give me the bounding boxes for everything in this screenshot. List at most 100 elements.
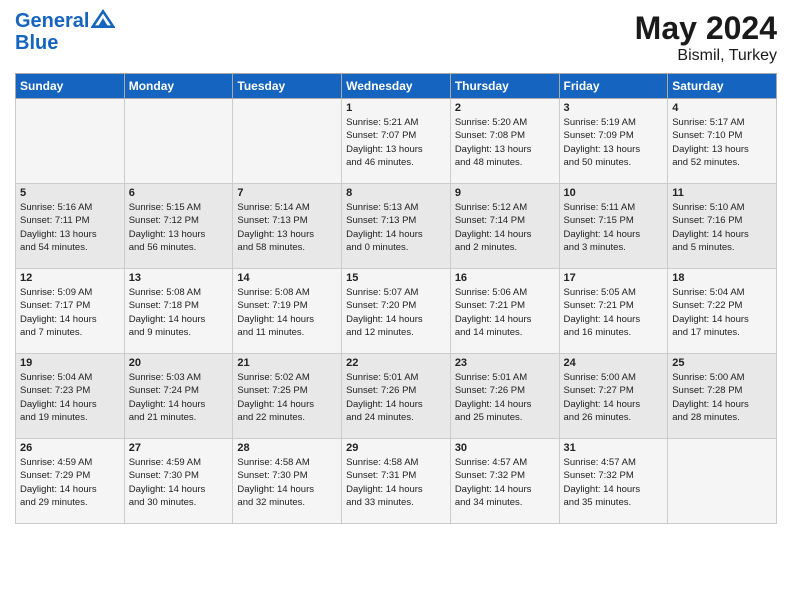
- header-tuesday: Tuesday: [233, 74, 342, 99]
- logo: General Blue: [15, 10, 115, 54]
- day-info: Sunrise: 5:07 AMSunset: 7:20 PMDaylight:…: [346, 286, 446, 339]
- day-info: Sunrise: 5:20 AMSunset: 7:08 PMDaylight:…: [455, 116, 555, 169]
- day-info-line: Daylight: 13 hours: [346, 143, 446, 156]
- day-info-line: Sunset: 7:29 PM: [20, 469, 120, 482]
- day-info-line: and 14 minutes.: [455, 326, 555, 339]
- day-info: Sunrise: 5:05 AMSunset: 7:21 PMDaylight:…: [564, 286, 664, 339]
- day-info: Sunrise: 5:01 AMSunset: 7:26 PMDaylight:…: [346, 371, 446, 424]
- day-number: 28: [237, 442, 337, 454]
- day-info-line: Sunrise: 5:10 AM: [672, 201, 772, 214]
- day-number: 24: [564, 357, 664, 369]
- calendar-cell: 24Sunrise: 5:00 AMSunset: 7:27 PMDayligh…: [559, 354, 668, 439]
- day-number: 12: [20, 272, 120, 284]
- day-info: Sunrise: 5:10 AMSunset: 7:16 PMDaylight:…: [672, 201, 772, 254]
- day-info-line: and 48 minutes.: [455, 156, 555, 169]
- day-info-line: Daylight: 13 hours: [20, 228, 120, 241]
- header-friday: Friday: [559, 74, 668, 99]
- header-saturday: Saturday: [668, 74, 777, 99]
- day-info-line: Daylight: 13 hours: [455, 143, 555, 156]
- calendar-cell: 18Sunrise: 5:04 AMSunset: 7:22 PMDayligh…: [668, 269, 777, 354]
- day-number: 18: [672, 272, 772, 284]
- day-info: Sunrise: 5:03 AMSunset: 7:24 PMDaylight:…: [129, 371, 229, 424]
- day-info-line: Daylight: 14 hours: [237, 483, 337, 496]
- day-info-line: Sunset: 7:12 PM: [129, 214, 229, 227]
- day-info-line: Sunrise: 5:04 AM: [672, 286, 772, 299]
- calendar-cell: 14Sunrise: 5:08 AMSunset: 7:19 PMDayligh…: [233, 269, 342, 354]
- header-monday: Monday: [124, 74, 233, 99]
- calendar-week-3: 12Sunrise: 5:09 AMSunset: 7:17 PMDayligh…: [16, 269, 777, 354]
- calendar-cell: [124, 99, 233, 184]
- day-number: 15: [346, 272, 446, 284]
- calendar-cell: 7Sunrise: 5:14 AMSunset: 7:13 PMDaylight…: [233, 184, 342, 269]
- day-info-line: and 2 minutes.: [455, 241, 555, 254]
- day-number: 6: [129, 187, 229, 199]
- day-info-line: and 22 minutes.: [237, 411, 337, 424]
- day-info: Sunrise: 5:08 AMSunset: 7:19 PMDaylight:…: [237, 286, 337, 339]
- day-info-line: Sunset: 7:28 PM: [672, 384, 772, 397]
- day-info-line: Sunrise: 5:13 AM: [346, 201, 446, 214]
- day-info-line: Sunrise: 5:01 AM: [455, 371, 555, 384]
- calendar-cell: 23Sunrise: 5:01 AMSunset: 7:26 PMDayligh…: [450, 354, 559, 439]
- day-info-line: Sunrise: 5:11 AM: [564, 201, 664, 214]
- day-info: Sunrise: 5:02 AMSunset: 7:25 PMDaylight:…: [237, 371, 337, 424]
- day-info: Sunrise: 5:15 AMSunset: 7:12 PMDaylight:…: [129, 201, 229, 254]
- day-info-line: Sunset: 7:19 PM: [237, 299, 337, 312]
- day-info-line: Sunset: 7:07 PM: [346, 129, 446, 142]
- day-info-line: Sunrise: 4:57 AM: [564, 456, 664, 469]
- day-info-line: Sunrise: 4:59 AM: [129, 456, 229, 469]
- day-info-line: Daylight: 14 hours: [455, 313, 555, 326]
- day-info-line: Sunset: 7:30 PM: [237, 469, 337, 482]
- day-info: Sunrise: 5:04 AMSunset: 7:23 PMDaylight:…: [20, 371, 120, 424]
- day-info: Sunrise: 4:57 AMSunset: 7:32 PMDaylight:…: [455, 456, 555, 509]
- day-info: Sunrise: 5:06 AMSunset: 7:21 PMDaylight:…: [455, 286, 555, 339]
- logo-blue: Blue: [15, 32, 115, 54]
- calendar-cell: 4Sunrise: 5:17 AMSunset: 7:10 PMDaylight…: [668, 99, 777, 184]
- day-info-line: Sunset: 7:23 PM: [20, 384, 120, 397]
- day-info-line: and 26 minutes.: [564, 411, 664, 424]
- day-number: 27: [129, 442, 229, 454]
- calendar-cell: [16, 99, 125, 184]
- day-info: Sunrise: 4:58 AMSunset: 7:30 PMDaylight:…: [237, 456, 337, 509]
- day-info: Sunrise: 5:14 AMSunset: 7:13 PMDaylight:…: [237, 201, 337, 254]
- day-info-line: and 25 minutes.: [455, 411, 555, 424]
- day-info-line: Daylight: 14 hours: [672, 398, 772, 411]
- day-info: Sunrise: 5:19 AMSunset: 7:09 PMDaylight:…: [564, 116, 664, 169]
- day-info-line: and 3 minutes.: [564, 241, 664, 254]
- calendar-cell: 22Sunrise: 5:01 AMSunset: 7:26 PMDayligh…: [342, 354, 451, 439]
- header-sunday: Sunday: [16, 74, 125, 99]
- day-number: 21: [237, 357, 337, 369]
- day-info-line: Daylight: 14 hours: [564, 483, 664, 496]
- day-info-line: and 32 minutes.: [237, 496, 337, 509]
- day-info-line: Daylight: 14 hours: [20, 398, 120, 411]
- day-number: 29: [346, 442, 446, 454]
- day-info-line: Sunset: 7:26 PM: [346, 384, 446, 397]
- calendar-cell: 29Sunrise: 4:58 AMSunset: 7:31 PMDayligh…: [342, 439, 451, 524]
- day-info-line: and 29 minutes.: [20, 496, 120, 509]
- day-info-line: and 58 minutes.: [237, 241, 337, 254]
- day-info: Sunrise: 5:00 AMSunset: 7:28 PMDaylight:…: [672, 371, 772, 424]
- day-info-line: and 33 minutes.: [346, 496, 446, 509]
- day-info-line: and 34 minutes.: [455, 496, 555, 509]
- day-info-line: Sunset: 7:30 PM: [129, 469, 229, 482]
- day-info-line: Sunrise: 5:08 AM: [237, 286, 337, 299]
- day-info-line: Sunrise: 5:07 AM: [346, 286, 446, 299]
- day-number: 13: [129, 272, 229, 284]
- day-info-line: Sunrise: 5:03 AM: [129, 371, 229, 384]
- day-number: 3: [564, 102, 664, 114]
- day-info-line: Sunrise: 5:15 AM: [129, 201, 229, 214]
- day-number: 11: [672, 187, 772, 199]
- day-info-line: Sunset: 7:20 PM: [346, 299, 446, 312]
- calendar-cell: 13 Sunrise: 5:08 AMSunset: 7:18 PMDayligh…: [124, 269, 233, 354]
- day-info-line: Sunset: 7:16 PM: [672, 214, 772, 227]
- calendar-cell: 27Sunrise: 4:59 AMSunset: 7:30 PMDayligh…: [124, 439, 233, 524]
- day-number: 30: [455, 442, 555, 454]
- day-info-line: and 52 minutes.: [672, 156, 772, 169]
- day-info-line: Sunrise: 4:58 AM: [237, 456, 337, 469]
- day-info: Sunrise: 5:08 AMSunset: 7:18 PMDaylight:…: [129, 286, 229, 339]
- day-info-line: Sunset: 7:32 PM: [455, 469, 555, 482]
- day-info-line: Sunset: 7:21 PM: [564, 299, 664, 312]
- day-info-line: and 30 minutes.: [129, 496, 229, 509]
- day-info-line: Daylight: 14 hours: [564, 228, 664, 241]
- calendar-cell: [668, 439, 777, 524]
- day-info-line: Sunset: 7:32 PM: [564, 469, 664, 482]
